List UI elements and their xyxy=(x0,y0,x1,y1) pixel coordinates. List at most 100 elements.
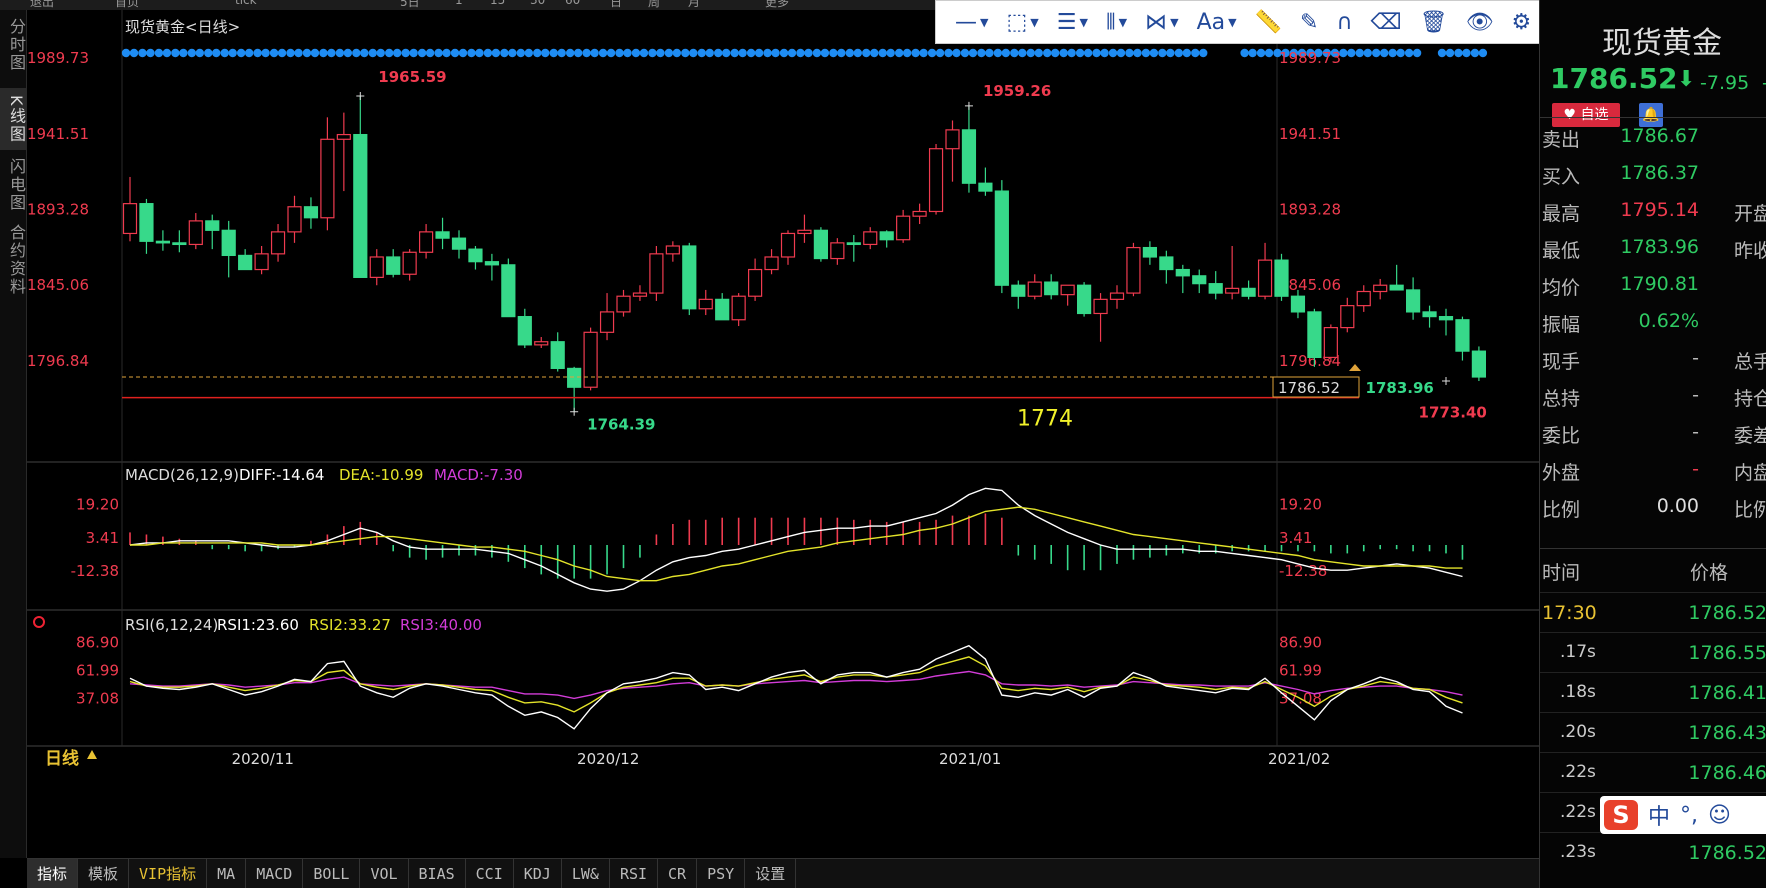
ime-logo-icon[interactable]: S xyxy=(1604,800,1638,830)
indicator-tab[interactable]: MA xyxy=(207,858,247,888)
user-note-label: 1774 xyxy=(1017,407,1073,432)
quote-row: 振幅 0.62% xyxy=(1540,303,1766,340)
chart-area[interactable]: 现货黄金<日线> 1989.73 1989.73 1941.51 1941.51 1893… xyxy=(27,10,1539,858)
top-tab[interactable]: 15 xyxy=(490,0,505,7)
signal-dot xyxy=(1174,48,1184,58)
left-tab[interactable]: 分时图 xyxy=(0,10,27,80)
fib-tool-icon[interactable]: ☰ ▼ xyxy=(1048,0,1097,44)
price-tick-right: 1989.73 xyxy=(1279,49,1341,67)
signal-dot xyxy=(722,48,731,58)
ime-chinese-mode[interactable]: 中 xyxy=(1648,799,1670,831)
candle-body xyxy=(632,292,648,297)
scroll-up-icon[interactable] xyxy=(1349,363,1361,371)
top-tab[interactable]: 60 xyxy=(565,0,580,7)
eye-icon[interactable]: 👁 xyxy=(1457,0,1503,44)
macd-tick-left: -12.38 xyxy=(71,562,119,580)
top-tab[interactable]: tick xyxy=(235,0,257,7)
eraser-icon[interactable]: ⌫ xyxy=(1362,0,1411,44)
tick-price: 1786.52 xyxy=(1688,602,1766,624)
signal-dot xyxy=(1182,48,1192,58)
ruler-icon[interactable]: 📏 xyxy=(1246,0,1291,44)
signal-dot xyxy=(714,48,723,58)
ime-emoji-icon[interactable]: ☺ xyxy=(1708,803,1731,828)
indicator-tab-bar: 指标 模板 VIP指标 MA MACD BOLL VOL BIAS CCI KDJ LW& RSI CR… xyxy=(27,858,1539,888)
candle-body xyxy=(122,203,138,235)
period-label[interactable]: 日线 xyxy=(45,748,79,769)
quote-row: 均价 1790.81 xyxy=(1540,266,1766,303)
signal-dot xyxy=(1437,48,1447,58)
indicator-tab[interactable]: VOL xyxy=(360,858,409,888)
indicator-tab[interactable]: 设置 xyxy=(745,858,797,888)
signal-dot xyxy=(508,48,517,58)
candle-body xyxy=(747,268,763,297)
top-tab[interactable]: 更多 xyxy=(765,0,789,10)
pen-icon[interactable]: ✎ xyxy=(1291,0,1327,44)
top-tab[interactable]: 30 xyxy=(530,0,545,7)
candle-body xyxy=(780,232,796,258)
signal-dot xyxy=(870,48,879,58)
left-tab[interactable]: 合约资料 xyxy=(0,220,27,300)
candle-body xyxy=(1257,259,1273,297)
change-pct-cutoff: - xyxy=(1762,72,1766,94)
candle-body xyxy=(731,295,746,321)
indicator-tab[interactable]: MACD xyxy=(246,858,304,888)
line-tool-icon[interactable]: — ▼ xyxy=(946,0,997,44)
candle-body xyxy=(1044,281,1059,296)
indicator-tab[interactable]: BOLL xyxy=(303,858,361,888)
top-tab[interactable]: 周 xyxy=(648,0,660,10)
signal-dot xyxy=(820,48,830,58)
signal-dot xyxy=(565,48,575,58)
signal-dot xyxy=(154,48,164,58)
period-up-icon[interactable] xyxy=(87,750,97,759)
left-tab[interactable]: 闪电图 xyxy=(0,152,27,218)
indicator-tab[interactable]: RSI xyxy=(610,858,659,888)
trash-icon[interactable]: 🗑 xyxy=(1411,0,1457,44)
ime-toolbar[interactable]: S 中 °, ☺ xyxy=(1600,796,1766,834)
magnet-icon[interactable]: ∩ xyxy=(1327,0,1361,44)
pattern-tool-icon[interactable]: ⋈ ▼ xyxy=(1136,0,1187,44)
top-tab[interactable]: 日 xyxy=(610,0,622,10)
signal-dot xyxy=(1010,48,1019,58)
signal-dot xyxy=(1478,48,1488,58)
price-tick-left: 1796.84 xyxy=(27,352,89,370)
text-tool-icon[interactable]: Aa ▼ xyxy=(1188,0,1246,44)
indicator-tab[interactable]: BIAS xyxy=(409,858,466,888)
rsi-settings-icon[interactable] xyxy=(33,616,45,628)
quote-row: 买入 1786.37 xyxy=(1540,155,1766,192)
left-tab[interactable]: K线图 xyxy=(0,88,27,150)
candle-body xyxy=(682,245,697,310)
gear-icon[interactable]: ⚙ xyxy=(1503,0,1541,44)
indicator-tab[interactable]: CCI xyxy=(466,858,514,888)
indicator-tab[interactable]: KDJ xyxy=(514,858,562,888)
indicator-tab[interactable]: PSY xyxy=(697,858,746,888)
candle-body xyxy=(1076,284,1092,315)
indicator-tab[interactable]: 指标 xyxy=(27,858,79,888)
indicator-tab[interactable]: CR xyxy=(658,858,698,888)
signal-dot xyxy=(1018,48,1027,58)
period-tool-icon[interactable]: ⦀ ▼ xyxy=(1097,0,1136,44)
panel-divider xyxy=(1540,117,1766,118)
candle-body xyxy=(419,231,434,253)
top-tab[interactable]: 1 xyxy=(455,0,463,7)
top-tab[interactable]: 月 xyxy=(688,0,700,10)
signal-dot xyxy=(1083,48,1093,58)
top-tab[interactable]: 首页 xyxy=(115,0,139,10)
ime-punctuation[interactable]: °, xyxy=(1680,803,1698,828)
quote-value: 1795.14 xyxy=(1620,199,1699,221)
signal-dot xyxy=(1067,48,1076,58)
kline-chart-svg[interactable]: 现货黄金<日线> 1989.73 1989.73 1941.51 1941.51 1893… xyxy=(27,10,1539,858)
signal-dot xyxy=(993,48,1003,58)
quote-value: 1790.81 xyxy=(1620,273,1699,295)
indicator-tab[interactable]: VIP指标 xyxy=(129,858,208,888)
signal-dot xyxy=(853,48,862,58)
top-tab[interactable]: 退出 xyxy=(30,0,54,10)
rect-tool-icon[interactable]: ⬚ ▼ xyxy=(997,0,1047,44)
indicator-tab[interactable]: LW& xyxy=(562,858,610,888)
quote-label-right: 比例 xyxy=(1734,499,1766,521)
signal-dot xyxy=(1347,48,1356,58)
quote-value: 0.62% xyxy=(1638,310,1699,332)
macd-tick-left: 19.20 xyxy=(76,496,119,514)
top-tab[interactable]: 5日 xyxy=(400,0,420,10)
indicator-tab[interactable]: 模板 xyxy=(78,858,130,888)
signal-dot xyxy=(393,48,402,58)
